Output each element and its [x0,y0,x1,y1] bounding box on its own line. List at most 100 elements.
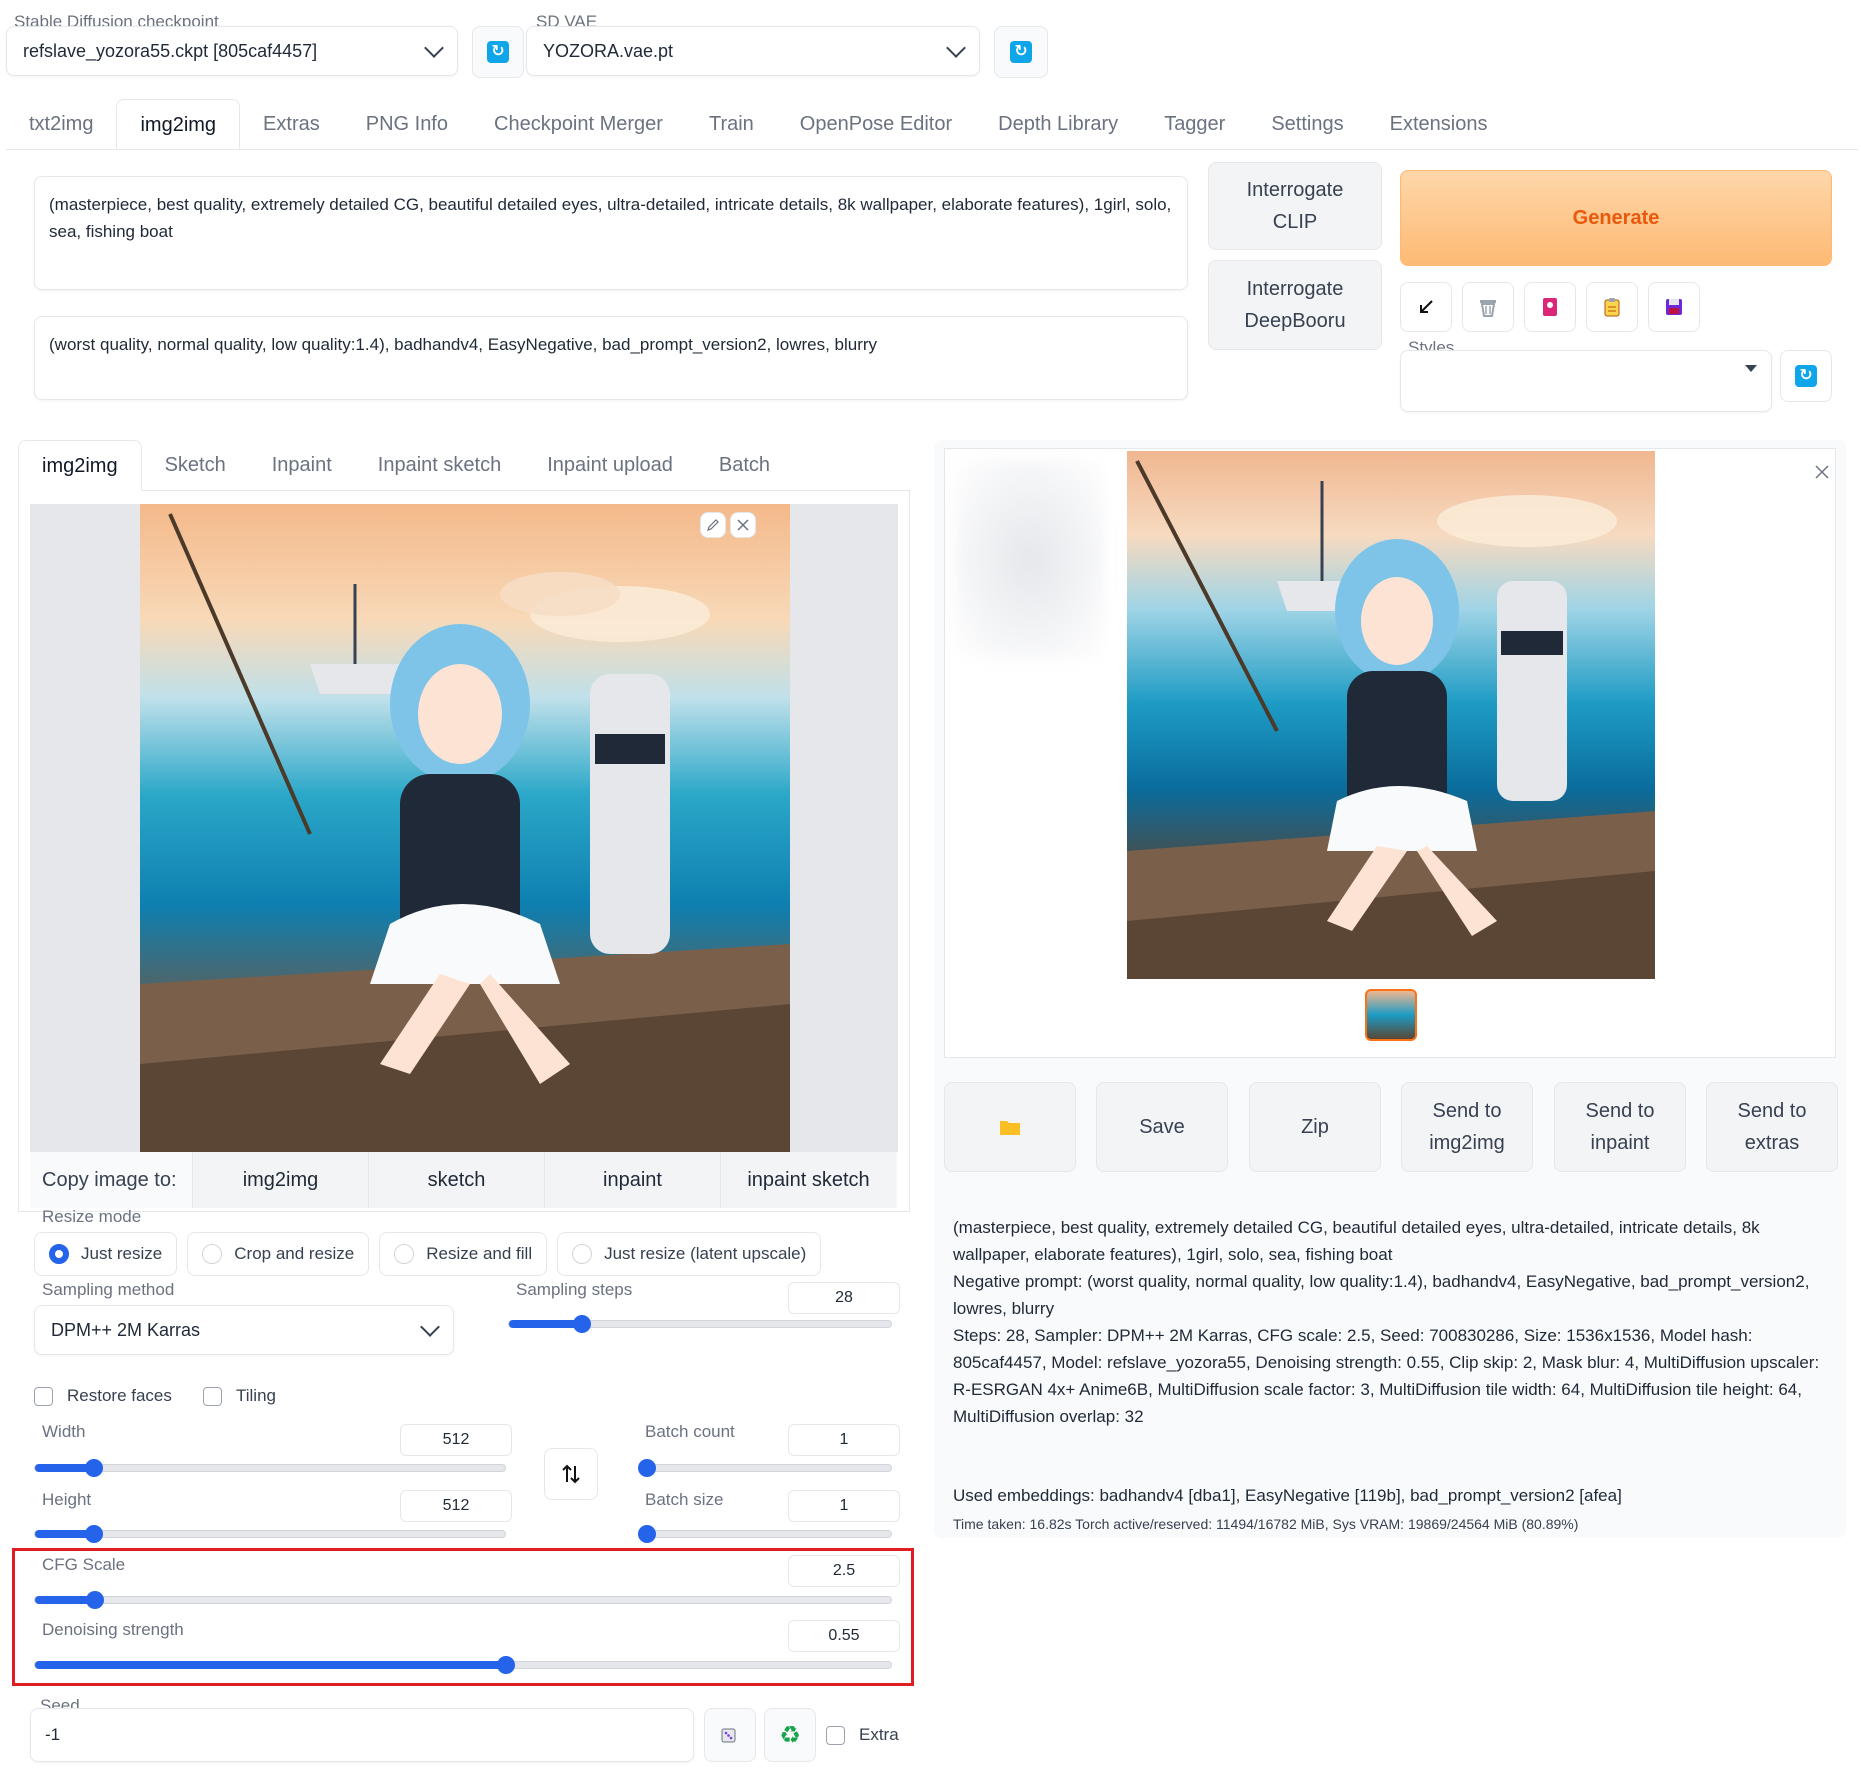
tab-extras[interactable]: Extras [240,99,343,149]
sampling-method-label: Sampling method [42,1280,175,1299]
checkbox-box[interactable] [34,1386,53,1406]
batch-count-slider[interactable] [638,1459,892,1477]
slider-handle[interactable] [84,1525,103,1543]
open-folder-button[interactable] [944,1082,1076,1172]
swap-dimensions-button[interactable] [544,1448,598,1500]
copy-to-inpaint-sketch-button[interactable]: inpaint sketch [720,1152,896,1208]
generation-info: (masterpiece, best quality, extremely de… [953,1214,1833,1430]
vae-dropdown[interactable]: YOZORA.vae.pt [526,26,980,76]
main-tabs: txt2img img2img Extras PNG Info Checkpoint M… [6,99,1510,149]
width-input[interactable]: 512 [400,1424,512,1456]
resize-option-crop-and-resize[interactable]: Crop and resize [187,1232,370,1276]
sampling-method-dropdown[interactable]: DPM++ 2M Karras [34,1305,454,1355]
slider-handle[interactable] [84,1459,103,1477]
tab-png-info[interactable]: PNG Info [343,99,471,149]
batch-count-input[interactable]: 1 [788,1424,900,1456]
restore-faces-checkbox[interactable]: Restore faces [34,1386,172,1406]
tab-img2img[interactable]: img2img [116,99,241,149]
edit-image-button[interactable] [700,512,726,538]
slider-handle[interactable] [638,1459,656,1477]
checkpoint-refresh-button[interactable]: ↻ [472,26,524,78]
checkbox-box[interactable] [203,1386,222,1406]
gallery-thumbnail[interactable] [1365,989,1417,1041]
extra-networks-button[interactable] [1524,282,1576,332]
tab-tagger[interactable]: Tagger [1141,99,1248,149]
tab-train[interactable]: Train [686,99,777,149]
zip-button[interactable]: Zip [1249,1082,1381,1172]
styles-refresh-button[interactable]: ↻ [1780,350,1832,402]
output-image[interactable] [1127,451,1655,979]
subtab-img2img[interactable]: img2img [18,440,142,491]
width-label: Width [42,1422,86,1441]
radio-dot[interactable] [394,1244,415,1264]
checkpoint-dropdown[interactable]: refslave_yozora55.ckpt [805caf4457] [6,26,458,76]
chevron-down-icon [946,38,966,58]
save-button[interactable]: Save [1096,1082,1228,1172]
subtab-inpaint-upload[interactable]: Inpaint upload [524,440,696,491]
info-params: Steps: 28, Sampler: DPM++ 2M Karras, CFG… [953,1326,1820,1426]
seed-input[interactable]: -1 [30,1708,694,1762]
copy-to-sketch-button[interactable]: sketch [368,1152,544,1208]
sampling-steps-slider[interactable] [508,1315,892,1333]
swap-arrows-icon [562,1464,580,1484]
save-style-button[interactable] [1648,282,1700,332]
chevron-down-icon [424,38,444,58]
interrogate-clip-button[interactable]: Interrogate CLIP [1208,162,1382,250]
radio-dot[interactable] [49,1244,69,1264]
resize-option-resize-and-fill[interactable]: Resize and fill [379,1232,548,1276]
resize-option-just-resize-latent-upscale[interactable]: Just resize (latent upscale) [557,1232,822,1276]
read-params-button[interactable] [1400,282,1452,332]
clear-prompt-button[interactable] [1462,282,1514,332]
subtab-inpaint[interactable]: Inpaint [249,440,355,491]
close-icon [737,519,749,531]
tiling-label: Tiling [236,1386,276,1405]
send-to-img2img-button[interactable]: Send to img2img [1401,1082,1533,1172]
refresh-icon: ↻ [1795,365,1817,387]
slider-handle[interactable] [638,1525,656,1543]
copy-to-inpaint-button[interactable]: inpaint [544,1152,720,1208]
tab-settings[interactable]: Settings [1248,99,1366,149]
seed-value: -1 [45,1725,61,1744]
vae-refresh-button[interactable]: ↻ [994,26,1048,78]
width-slider[interactable] [34,1459,506,1477]
tab-openpose-editor[interactable]: OpenPose Editor [777,99,975,149]
apply-style-button[interactable] [1586,282,1638,332]
image-canvas[interactable] [30,504,898,1152]
radio-dot[interactable] [202,1244,223,1264]
send-to-extras-button[interactable]: Send to extras [1706,1082,1838,1172]
batch-size-input[interactable]: 1 [788,1490,900,1522]
resize-mode-options: Just resize Crop and resize Resize and fil… [34,1232,822,1276]
checkbox-box[interactable] [826,1725,845,1745]
subtab-sketch[interactable]: Sketch [142,440,249,491]
subtab-batch[interactable]: Batch [696,440,793,491]
radio-dot[interactable] [572,1244,593,1264]
caret-down-icon [1745,365,1757,372]
random-seed-button[interactable] [704,1708,756,1762]
height-slider[interactable] [34,1525,506,1543]
negative-prompt-input[interactable]: (worst quality, normal quality, low qual… [34,316,1188,400]
batch-size-slider[interactable] [638,1525,892,1543]
tabs-divider [6,149,1858,150]
extra-seed-checkbox[interactable]: Extra [826,1725,899,1745]
subtab-inpaint-sketch[interactable]: Inpaint sketch [355,440,524,491]
positive-prompt-input[interactable]: (masterpiece, best quality, extremely de… [34,176,1188,290]
sampling-steps-input[interactable]: 28 [788,1282,900,1314]
tab-extensions[interactable]: Extensions [1367,99,1511,149]
tab-txt2img[interactable]: txt2img [6,99,116,149]
batch-count-label: Batch count [645,1422,735,1441]
copy-to-img2img-button[interactable]: img2img [192,1152,368,1208]
tab-depth-library[interactable]: Depth Library [975,99,1141,149]
styles-dropdown[interactable] [1400,350,1772,412]
interrogate-deepbooru-button[interactable]: Interrogate DeepBooru [1208,260,1382,350]
slider-handle[interactable] [572,1315,591,1333]
resize-option-just-resize[interactable]: Just resize [34,1232,178,1276]
send-to-inpaint-button[interactable]: Send to inpaint [1554,1082,1686,1172]
height-input[interactable]: 512 [400,1490,512,1522]
close-gallery-button[interactable] [1815,465,1829,484]
restore-faces-label: Restore faces [67,1386,172,1405]
clear-image-button[interactable] [730,512,756,538]
generate-button[interactable]: Generate [1400,170,1832,266]
tab-checkpoint-merger[interactable]: Checkpoint Merger [471,99,686,149]
reuse-seed-button[interactable]: ♻ [764,1708,816,1762]
tiling-checkbox[interactable]: Tiling [203,1386,276,1406]
